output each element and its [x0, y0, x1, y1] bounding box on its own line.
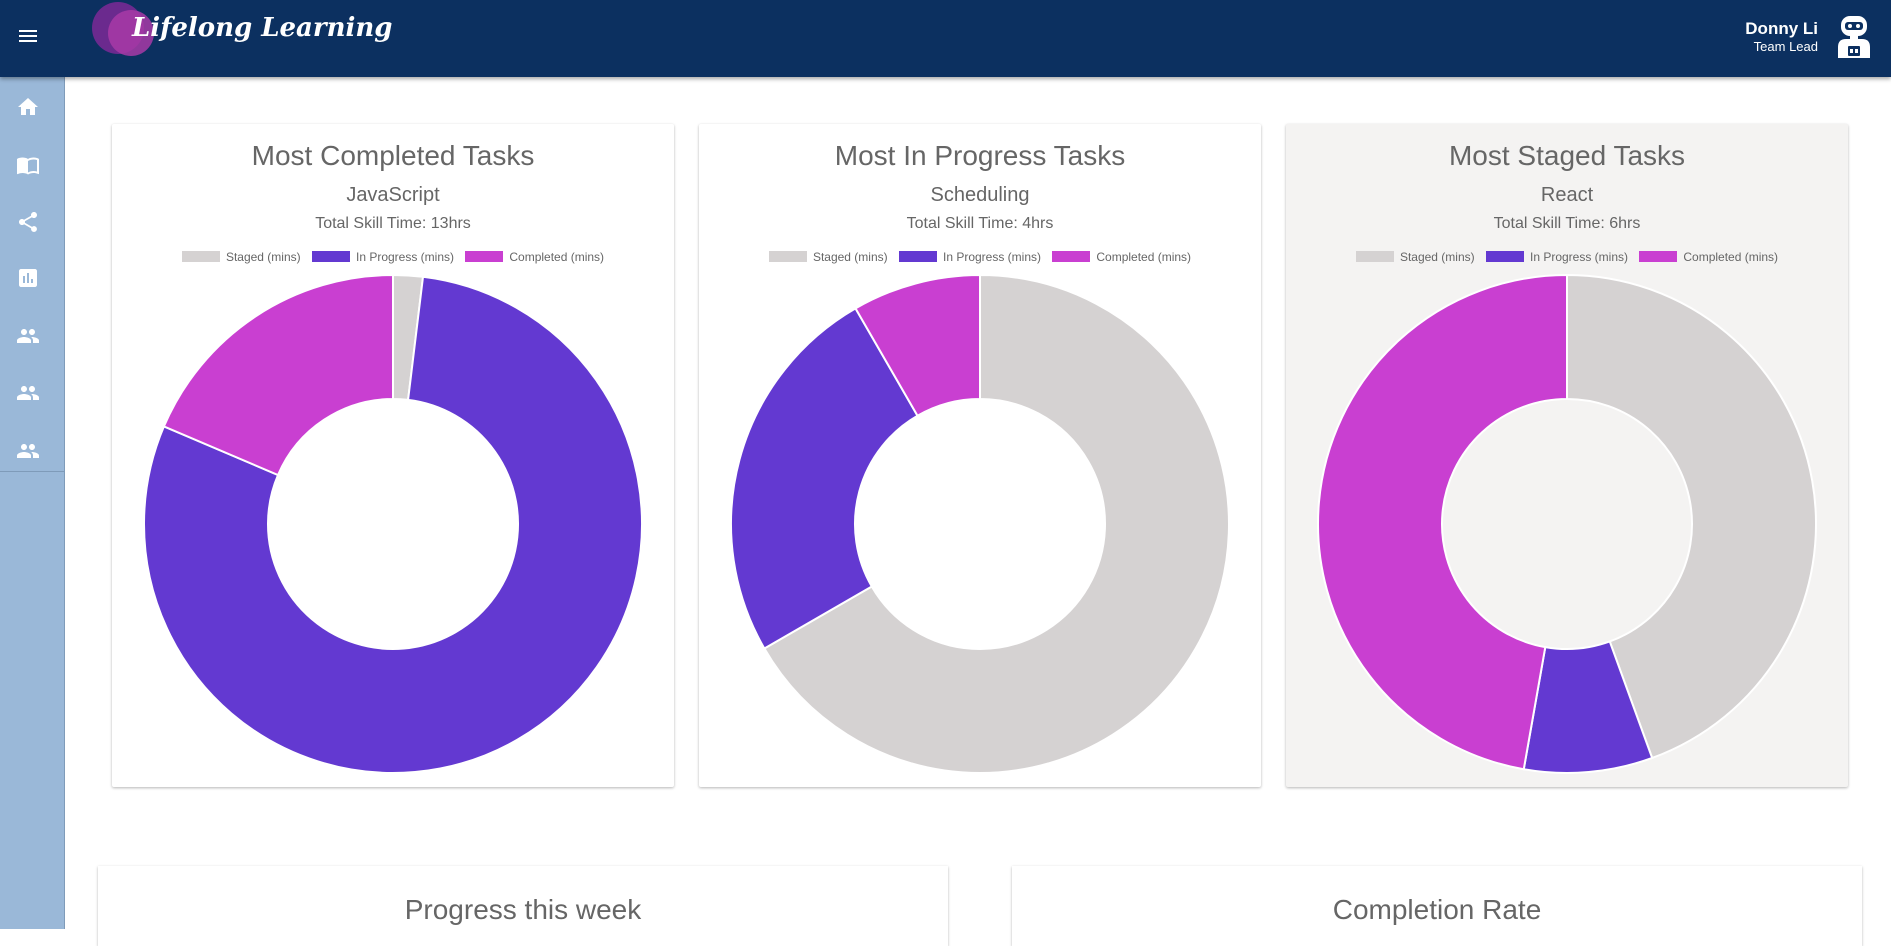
legend-label: Completed (mins) — [1096, 250, 1192, 264]
card-most-completed: Most Completed Tasks JavaScript Total Sk… — [112, 124, 674, 787]
card-title: Completion Rate — [1332, 894, 1542, 925]
chart-icon — [19, 269, 37, 287]
donut-chart[interactable] — [143, 274, 643, 774]
legend-swatch-completed — [1639, 251, 1678, 262]
legend-swatch-in-progress — [1485, 251, 1524, 262]
legend-swatch-staged — [1355, 251, 1394, 262]
card-skill: Scheduling — [930, 184, 1030, 206]
book-icon — [17, 157, 39, 175]
sidebar — [0, 77, 65, 929]
legend-label: Completed (mins) — [1683, 250, 1779, 264]
card-title: Most Staged Tasks — [1448, 140, 1686, 171]
card-skill: React — [1540, 184, 1594, 206]
legend-item-in-progress[interactable]: In Progress (mins) — [898, 250, 1042, 264]
card-most-staged: Most Staged Tasks React Total Skill Time… — [1286, 124, 1848, 787]
sidebar-item-learning[interactable] — [0, 137, 64, 193]
user-name: Donny Li — [1745, 19, 1818, 38]
legend-item-in-progress[interactable]: In Progress (mins) — [1485, 250, 1629, 264]
card-completion-rate: Completion Rate — [1012, 866, 1862, 946]
home-icon — [18, 98, 38, 115]
card-progress-this-week: Progress this week — [98, 866, 948, 946]
legend-item-staged[interactable]: Staged (mins) — [1355, 250, 1475, 264]
sidebar-divider — [0, 471, 64, 472]
share-icon — [19, 212, 37, 232]
legend-label: Staged (mins) — [812, 250, 888, 264]
sidebar-item-share[interactable] — [0, 194, 64, 250]
legend-label: In Progress (mins) — [942, 250, 1042, 264]
legend-label: In Progress (mins) — [1529, 250, 1629, 264]
card-title: Most Completed Tasks — [251, 140, 535, 171]
top-app-bar: Lifelong Learning Donny Li Team Lead — [0, 0, 1891, 77]
legend-swatch-completed — [465, 251, 504, 262]
people-icon — [17, 329, 39, 343]
people-icon — [17, 386, 39, 400]
card-total-time: Total Skill Time: 4hrs — [906, 215, 1054, 232]
legend-item-staged[interactable]: Staged (mins) — [768, 250, 888, 264]
donut-slice-completed[interactable] — [1317, 274, 1568, 771]
legend-item-completed[interactable]: Completed (mins) — [1639, 250, 1778, 264]
donut-chart[interactable] — [730, 274, 1230, 774]
sidebar-item-reports[interactable] — [0, 250, 64, 306]
chart-legend: Staged (mins) In Progress (mins) Complet… — [1286, 250, 1848, 264]
app-logo[interactable]: Lifelong Learning — [92, 0, 392, 62]
legend-label: Completed (mins) — [509, 250, 605, 264]
legend-label: Staged (mins) — [1399, 250, 1475, 264]
sidebar-item-team-2[interactable] — [0, 365, 64, 421]
people-icon — [17, 444, 39, 458]
user-role: Team Lead — [1753, 39, 1818, 54]
robot-avatar-icon[interactable] — [1833, 14, 1875, 60]
chart-legend: Staged (mins) In Progress (mins) Complet… — [112, 250, 674, 264]
app-name: Lifelong Learning — [132, 13, 393, 43]
sidebar-item-home[interactable] — [0, 79, 64, 135]
card-most-in-progress: Most In Progress Tasks Scheduling Total … — [699, 124, 1261, 787]
legend-label: Staged (mins) — [225, 250, 301, 264]
legend-swatch-staged — [768, 251, 807, 262]
legend-item-completed[interactable]: Completed (mins) — [465, 250, 604, 264]
card-total-time: Total Skill Time: 6hrs — [1493, 215, 1641, 232]
card-title: Most In Progress Tasks — [834, 140, 1126, 171]
legend-swatch-staged — [181, 251, 220, 262]
card-title: Progress this week — [404, 894, 642, 925]
legend-label: In Progress (mins) — [355, 250, 455, 264]
donut-chart[interactable] — [1317, 274, 1817, 774]
sidebar-item-team-1[interactable] — [0, 308, 64, 364]
card-skill: JavaScript — [346, 184, 440, 206]
legend-swatch-in-progress — [311, 251, 350, 262]
legend-swatch-in-progress — [898, 251, 937, 262]
menu-icon[interactable] — [16, 24, 40, 48]
chart-legend: Staged (mins) In Progress (mins) Complet… — [699, 250, 1261, 264]
legend-item-staged[interactable]: Staged (mins) — [181, 250, 301, 264]
legend-item-in-progress[interactable]: In Progress (mins) — [311, 250, 455, 264]
legend-swatch-completed — [1052, 251, 1091, 262]
legend-item-completed[interactable]: Completed (mins) — [1052, 250, 1191, 264]
card-total-time: Total Skill Time: 13hrs — [315, 215, 471, 232]
